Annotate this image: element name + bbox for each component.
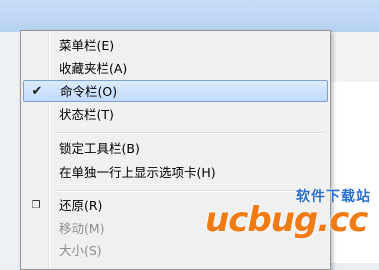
left-edge — [0, 32, 22, 263]
menu-item-tabs-separate-row[interactable]: 在单独一行上显示选项卡(H) — [23, 162, 328, 184]
menu-item-label: 在单独一行上显示选项卡(H) — [59, 165, 216, 180]
menu-item-label: 锁定工具栏(B) — [59, 141, 140, 156]
menu-item-label: 收藏夹栏(A) — [59, 61, 128, 76]
checkmark-icon: ✔ — [31, 84, 43, 99]
menu-item-size: 大小(S) — [23, 240, 328, 262]
menu-item-menu-bar[interactable]: 菜单栏(E) — [23, 35, 328, 57]
menu-item-restore[interactable]: ❐ 还原(R) — [23, 195, 328, 217]
menu-item-command-bar[interactable]: ✔ 命令栏(O) — [23, 80, 328, 102]
menu-item-label: 命令栏(O) — [60, 84, 118, 99]
menu-separator — [55, 190, 325, 192]
menu-separator — [55, 132, 325, 134]
menu-item-favorites-bar[interactable]: 收藏夹栏(A) — [23, 58, 328, 80]
menu-item-label: 大小(S) — [59, 243, 102, 258]
toolbar-context-menu: 菜单栏(E) 收藏夹栏(A) ✔ 命令栏(O) 状态栏(T) 锁定工具栏(B) … — [20, 30, 331, 270]
menu-item-move: 移动(M) — [23, 218, 328, 240]
window-title-bar — [0, 0, 379, 32]
menu-item-status-bar[interactable]: 状态栏(T) — [23, 104, 328, 126]
menu-item-label: 还原(R) — [59, 198, 103, 213]
menu-item-label: 移动(M) — [59, 221, 105, 236]
restore-icon: ❐ — [31, 200, 41, 211]
menu-item-label: 状态栏(T) — [59, 107, 114, 122]
menu-item-label: 菜单栏(E) — [59, 38, 115, 53]
menu-item-lock-toolbars[interactable]: 锁定工具栏(B) — [23, 138, 328, 160]
